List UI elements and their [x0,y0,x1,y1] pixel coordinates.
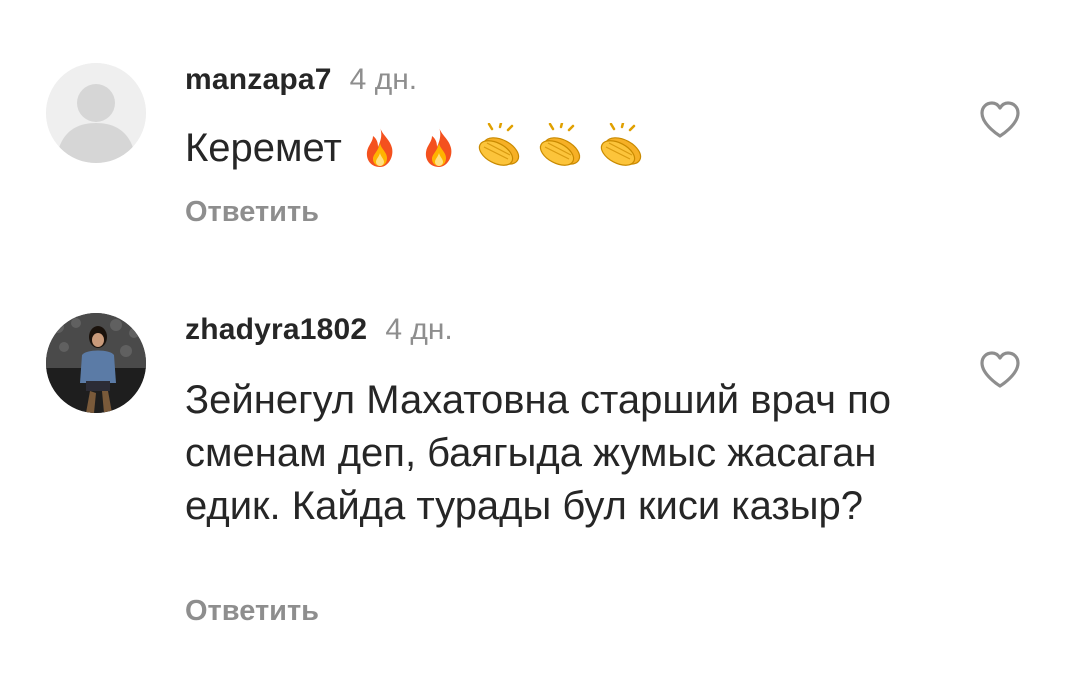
clapping-hands-emoji-icon [478,123,520,167]
profile-photo [46,313,146,413]
heart-icon [980,351,1020,388]
like-button[interactable] [978,350,1022,390]
comment-text-content: Керемет [185,126,342,170]
default-avatar-icon [46,63,146,163]
like-button[interactable] [978,100,1022,140]
comment-meta: zhadyra1802 4 дн. [185,312,453,348]
emoji-group [356,119,647,172]
timestamp: 4 дн. [349,63,418,96]
timestamp: 4 дн. [385,313,453,346]
comment-item: manzapa7 4 дн. Керемет Ответить [0,0,1080,270]
comment-meta: manzapa7 4 дн. [185,62,417,98]
reply-button[interactable]: Ответить [185,594,319,628]
clapping-hands-emoji-icon [601,123,642,167]
comment-item: zhadyra1802 4 дн. Зейнегул Махатовна стар… [0,270,1080,674]
fire-emoji-icon [366,127,393,168]
comment-text-content: Зейнегул Махатовна старший врач по смена… [185,378,891,528]
comment-text: Керемет [185,122,945,175]
fire-emoji-icon [425,127,452,168]
heart-icon [980,101,1020,138]
clapping-hands-emoji-icon [539,123,581,167]
username[interactable]: zhadyra1802 [185,313,367,346]
avatar[interactable] [46,313,146,413]
comment-text: Зейнегул Махатовна старший врач по смена… [185,374,945,533]
reply-button[interactable]: Ответить [185,195,319,229]
avatar[interactable] [46,63,146,163]
username[interactable]: manzapa7 [185,63,332,96]
